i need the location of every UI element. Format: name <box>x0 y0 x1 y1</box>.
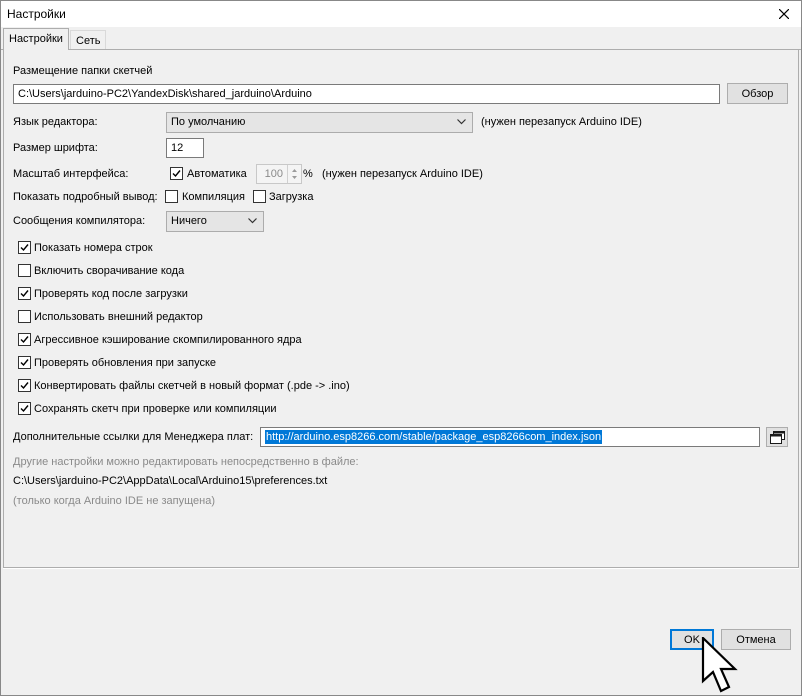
option-checkbox[interactable] <box>18 402 31 415</box>
option-label: Сохранять скетч при проверке или компиля… <box>34 403 277 415</box>
board-manager-list-button[interactable] <box>766 427 788 447</box>
checkmark-icon <box>20 405 29 413</box>
compiler-warnings-value: Ничего <box>171 215 207 227</box>
prefs-note: (только когда Arduino IDE не запущена) <box>13 495 216 507</box>
editor-language-select[interactable]: По умолчанию <box>166 112 473 133</box>
tab-network[interactable]: Сеть <box>70 30 107 50</box>
window-title: Настройки <box>7 7 66 21</box>
checkmark-icon <box>172 170 181 178</box>
checkmark-icon <box>20 382 29 390</box>
prefs-hint: Другие настройки можно редактировать неп… <box>13 456 359 468</box>
sketchbook-label: Размещение папки скетчей <box>13 65 153 77</box>
option-checkbox[interactable] <box>18 379 31 392</box>
option-label: Проверять код после загрузки <box>34 288 188 300</box>
option-checkbox[interactable] <box>18 287 31 300</box>
interface-scale-label: Масштаб интерфейса: <box>13 168 129 180</box>
verbose-output-label: Показать подробный вывод: <box>13 191 158 203</box>
tab-settings[interactable]: Настройки <box>3 28 69 50</box>
checkmark-icon <box>20 244 29 252</box>
cancel-button-label: Отмена <box>736 634 776 646</box>
tab-settings-label: Настройки <box>9 33 63 45</box>
option-label: Включить сворачивание кода <box>34 265 185 277</box>
option-label: Конвертировать файлы скетчей в новый фор… <box>34 380 350 392</box>
verbose-compile-label: Компиляция <box>182 191 245 203</box>
board-manager-url-input[interactable]: http://arduino.esp8266.com/stable/packag… <box>260 427 760 447</box>
scale-spinner[interactable]: 100 <box>256 164 302 184</box>
checkmark-icon <box>20 336 29 344</box>
option-checkbox[interactable] <box>18 264 31 277</box>
verbose-compile-checkbox[interactable] <box>165 190 178 203</box>
chevron-down-icon <box>457 119 466 125</box>
compiler-warnings-select[interactable]: Ничего <box>166 211 264 232</box>
scale-value: 100 <box>264 168 283 180</box>
preferences-dialog: Настройки Настройки Сеть Размещение папк… <box>0 0 802 696</box>
option-label: Проверять обновления при запуске <box>34 357 217 369</box>
board-manager-url-selection: http://arduino.esp8266.com/stable/packag… <box>265 430 603 444</box>
verbose-upload-checkbox[interactable] <box>253 190 266 203</box>
checkmark-icon <box>20 359 29 367</box>
ok-button-label: OK <box>684 634 700 646</box>
tab-network-label: Сеть <box>76 35 101 47</box>
compiler-warnings-label: Сообщения компилятора: <box>13 215 146 227</box>
sketchbook-path-input[interactable]: C:\Users\jarduino-PC2\YandexDisk\shared_… <box>13 84 720 104</box>
editor-language-note: (нужен перезапуск Arduino IDE) <box>481 116 642 128</box>
interface-scale-note: (нужен перезапуск Arduino IDE) <box>322 168 483 180</box>
board-manager-label: Дополнительные ссылки для Менеджера плат… <box>13 431 254 443</box>
browse-button[interactable]: Обзор <box>727 83 788 104</box>
tab-strip: Настройки Сеть <box>1 28 801 50</box>
verbose-upload-label: Загрузка <box>269 191 314 203</box>
spinner-arrows[interactable] <box>287 165 301 183</box>
option-checkbox[interactable] <box>18 356 31 369</box>
mouse-pointer-icon <box>701 637 738 693</box>
spin-up-icon <box>292 169 297 179</box>
prefs-path: C:\Users\jarduino-PC2\AppData\Local\Ardu… <box>13 475 328 487</box>
auto-scale-checkbox[interactable] <box>170 167 183 180</box>
auto-scale-label: Автоматика <box>187 168 247 180</box>
option-checkbox[interactable] <box>18 310 31 323</box>
option-checkbox[interactable] <box>18 333 31 346</box>
chevron-down-icon <box>248 218 257 224</box>
option-label: Использовать внешний редактор <box>34 311 203 323</box>
close-button[interactable] <box>767 1 801 27</box>
checkmark-icon <box>20 290 29 298</box>
browse-button-label: Обзор <box>741 88 774 100</box>
option-label: Показать номера строк <box>34 242 153 254</box>
option-checkbox[interactable] <box>18 241 31 254</box>
option-label: Агрессивное кэширование скомпилированног… <box>34 334 302 346</box>
font-size-input[interactable]: 12 <box>166 138 204 158</box>
editor-language-label: Язык редактора: <box>13 116 98 128</box>
bottom-separator <box>3 568 799 569</box>
font-size-label: Размер шрифта: <box>13 142 98 154</box>
scale-unit: % <box>303 168 313 180</box>
close-icon <box>779 9 789 19</box>
window-list-icon <box>770 431 785 444</box>
editor-language-value: По умолчанию <box>171 116 246 128</box>
title-bar: Настройки <box>1 1 801 27</box>
